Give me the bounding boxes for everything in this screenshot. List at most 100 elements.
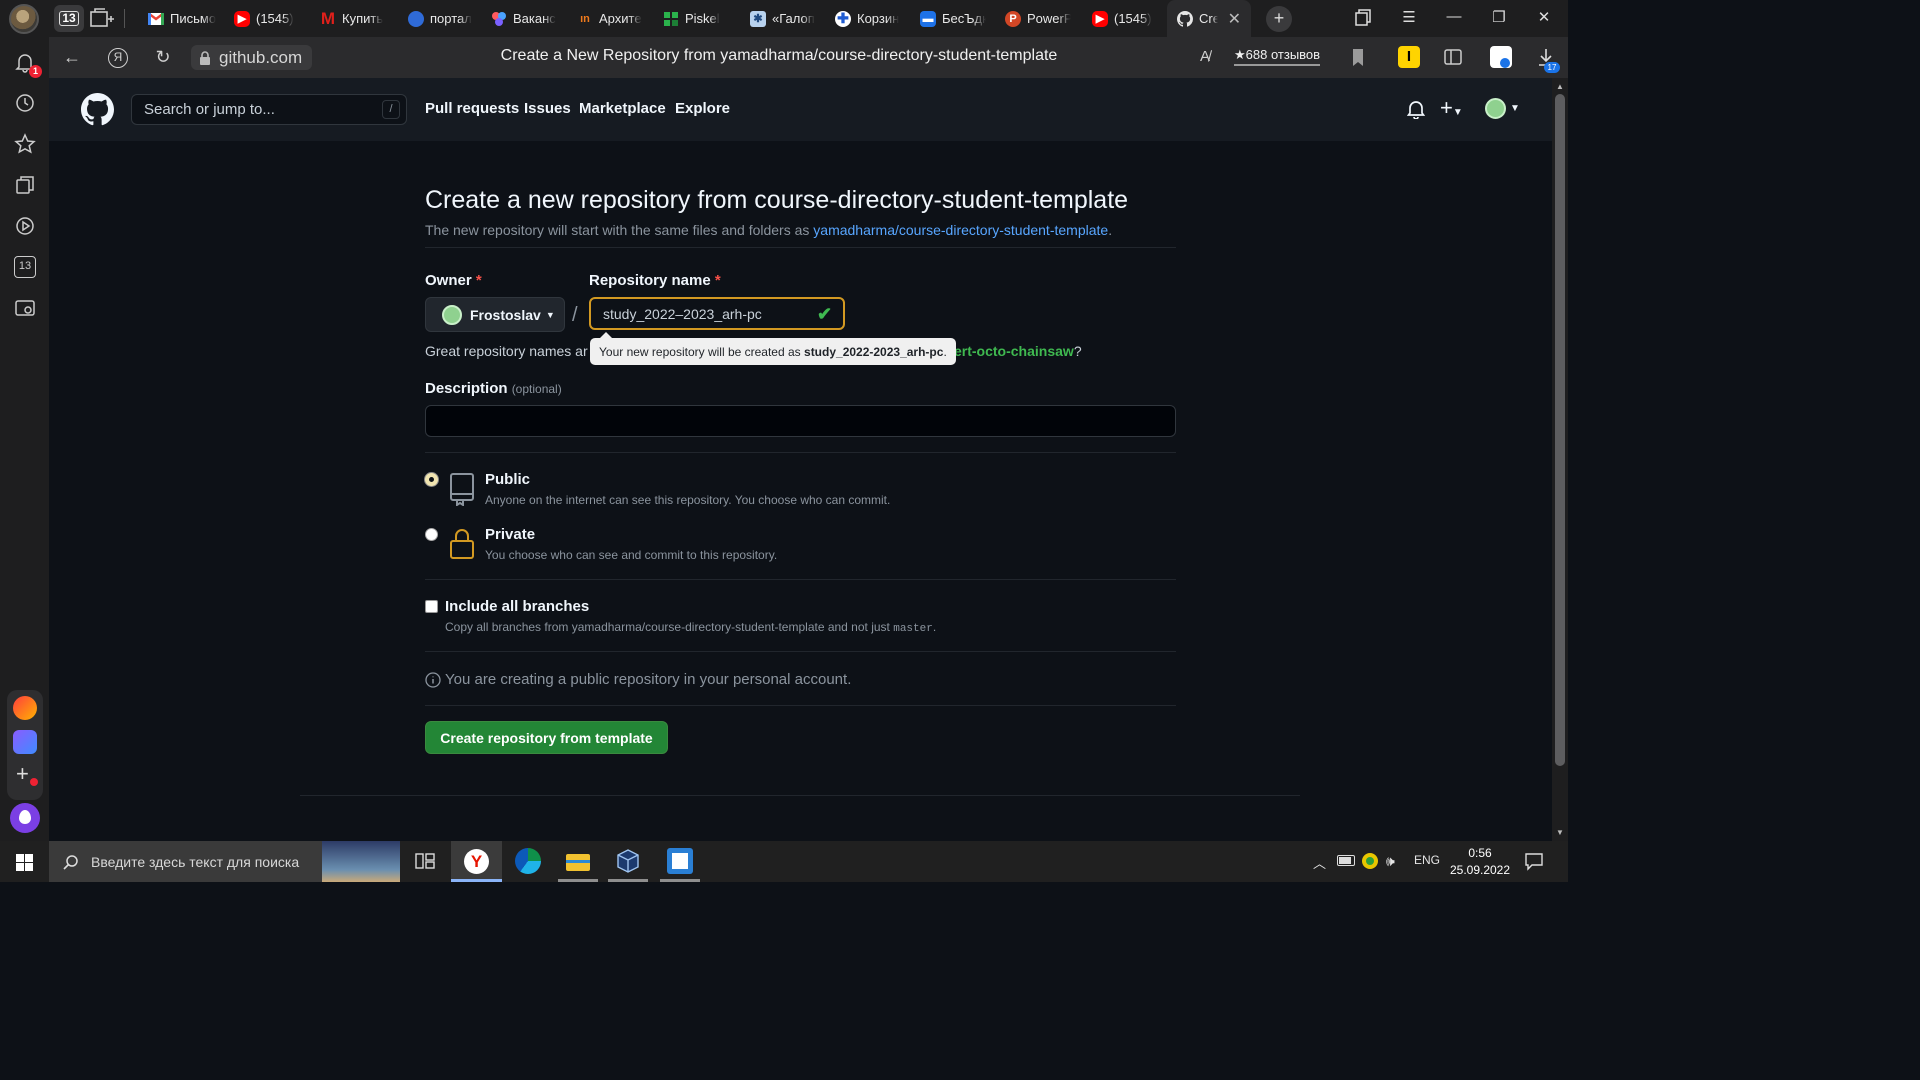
youtube-icon: ▶ bbox=[234, 10, 250, 27]
sidebar-panel-icon[interactable] bbox=[1442, 46, 1464, 68]
alice-assistant-icon[interactable] bbox=[10, 803, 40, 833]
search-placeholder: Search or jump to... bbox=[144, 101, 275, 118]
user-menu[interactable]: ▼ bbox=[1485, 98, 1520, 119]
tab-besedka[interactable]: ▬ БесЪдк bbox=[920, 5, 986, 32]
browser-tab-strip: 13 Письмо ▶ (1545) M Купить портал Вакан… bbox=[0, 0, 1568, 37]
new-tab-button[interactable]: + bbox=[1266, 6, 1292, 32]
scroll-down-icon[interactable]: ▼ bbox=[1556, 828, 1564, 837]
github-search-input[interactable]: Search or jump to... / bbox=[131, 94, 407, 125]
taskbar-search-box[interactable]: Введите здесь текст для поиска bbox=[49, 841, 400, 882]
close-window-icon[interactable]: ✕ bbox=[1533, 8, 1555, 28]
tab-youtube-1[interactable]: ▶ (1545) bbox=[234, 5, 304, 32]
address-bar: ← Я ↻ github.com Create a New Repository… bbox=[49, 37, 1568, 78]
vacancy-icon bbox=[491, 11, 507, 27]
tab-architecture[interactable]: ın Архите bbox=[577, 5, 647, 32]
volume-icon[interactable]: 🕪 bbox=[1386, 853, 1395, 870]
collections-icon[interactable] bbox=[14, 174, 36, 196]
reload-icon[interactable]: ↻ bbox=[152, 46, 174, 68]
description-input[interactable] bbox=[425, 405, 1176, 437]
add-app-icon[interactable]: + bbox=[16, 762, 29, 786]
private-radio[interactable] bbox=[425, 528, 438, 541]
template-repo-link[interactable]: yamadharma/course-directory-student-temp… bbox=[813, 222, 1108, 238]
tab-youtube-2[interactable]: ▶ (1545) bbox=[1092, 5, 1156, 32]
star-icon[interactable] bbox=[14, 133, 36, 155]
page-scrollbar[interactable]: ▲ ▼ bbox=[1552, 78, 1568, 841]
messenger-app-icon[interactable] bbox=[13, 730, 37, 754]
chat-icon: ▬ bbox=[920, 10, 936, 27]
owner-select[interactable]: Frostoslav ▼ bbox=[425, 297, 565, 332]
back-icon[interactable]: ← bbox=[61, 46, 83, 68]
nav-issues[interactable]: Issues bbox=[524, 100, 571, 117]
url-field[interactable]: github.com bbox=[191, 45, 313, 70]
public-radio[interactable] bbox=[425, 473, 438, 486]
translate-icon[interactable]: A̸ bbox=[1194, 46, 1216, 68]
menu-icon[interactable]: ☰ bbox=[1398, 8, 1420, 28]
tab-counter-button[interactable]: 13 bbox=[54, 5, 84, 32]
m-logo-icon: M bbox=[320, 8, 336, 28]
tab-buy[interactable]: M Купить bbox=[320, 5, 390, 32]
tab-github-active[interactable]: Crea ✕ bbox=[1167, 0, 1251, 37]
new-tab-group-icon[interactable] bbox=[90, 8, 114, 28]
scroll-up-icon[interactable]: ▲ bbox=[1556, 82, 1564, 91]
tabs-count-icon[interactable]: 13 bbox=[14, 256, 36, 278]
green-app-tray-icon[interactable] bbox=[1362, 853, 1378, 869]
tab-powerpoint[interactable]: P PowerP bbox=[1005, 5, 1071, 32]
battery-icon[interactable] bbox=[1337, 855, 1355, 866]
minimize-icon[interactable]: — bbox=[1443, 8, 1465, 28]
lock-icon bbox=[200, 50, 210, 65]
github-header: Search or jump to... / Pull requests Iss… bbox=[49, 78, 1552, 141]
create-repository-button[interactable]: Create repository from template bbox=[425, 721, 668, 754]
history-icon[interactable] bbox=[14, 92, 36, 114]
private-description: You choose who can see and commit to thi… bbox=[485, 548, 778, 562]
downloads-badge: 17 bbox=[1544, 62, 1560, 73]
virtualbox-icon[interactable] bbox=[615, 848, 641, 874]
nav-pull-requests[interactable]: Pull requests bbox=[425, 100, 519, 117]
chevron-down-icon: ▼ bbox=[545, 309, 555, 320]
footer-divider bbox=[300, 795, 1300, 796]
edge-browser-icon[interactable] bbox=[515, 848, 541, 874]
file-explorer-icon[interactable] bbox=[565, 848, 591, 874]
taskbar-clock[interactable]: 0:56 25.09.2022 bbox=[1444, 845, 1516, 879]
collections-icon[interactable] bbox=[1352, 8, 1374, 28]
screenshot-icon[interactable] bbox=[14, 297, 36, 319]
create-new-menu[interactable]: +▼ bbox=[1440, 95, 1463, 121]
tab-vacancies[interactable]: Ваканс bbox=[491, 5, 559, 32]
file-manager-icon[interactable] bbox=[667, 848, 693, 874]
tab-mail[interactable]: Письмо bbox=[148, 5, 216, 32]
restore-icon[interactable]: ❐ bbox=[1488, 8, 1510, 28]
github-logo-icon[interactable] bbox=[81, 93, 114, 126]
taskbar-yandex-browser[interactable]: Y bbox=[451, 841, 502, 882]
notification-badge: 1 bbox=[29, 65, 42, 78]
tab-portal[interactable]: портал bbox=[408, 5, 474, 32]
gmail-icon bbox=[148, 11, 164, 27]
nav-marketplace[interactable]: Marketplace bbox=[579, 100, 666, 117]
notifications-bell-icon[interactable] bbox=[1407, 99, 1425, 119]
owner-repo-separator: / bbox=[572, 304, 578, 326]
name-suggestion-link[interactable]: ert-octo-chainsaw? bbox=[954, 343, 1082, 359]
profile-avatar[interactable] bbox=[9, 4, 39, 34]
video-icon[interactable] bbox=[14, 215, 36, 237]
notification-center-icon[interactable] bbox=[1523, 850, 1545, 872]
nav-explore[interactable]: Explore bbox=[675, 100, 730, 117]
windows-start-icon[interactable] bbox=[16, 854, 33, 871]
tab-galop[interactable]: ✱ «Галоп bbox=[750, 5, 816, 32]
tray-chevron-up-icon[interactable]: ︿ bbox=[1313, 853, 1326, 872]
yandex-home-icon[interactable]: Я bbox=[107, 46, 129, 68]
bookmark-icon[interactable] bbox=[1347, 46, 1369, 68]
mail-app-icon[interactable] bbox=[13, 696, 37, 720]
language-indicator[interactable]: ENG bbox=[1414, 853, 1440, 867]
tab-cart[interactable]: ✚ Корзин bbox=[835, 5, 901, 32]
divider bbox=[425, 705, 1176, 706]
task-view-icon[interactable] bbox=[412, 848, 438, 874]
extension-i-icon[interactable]: I bbox=[1398, 46, 1420, 68]
extension-doc-icon[interactable] bbox=[1490, 46, 1512, 68]
reviews-badge[interactable]: ★688 отзывов bbox=[1234, 47, 1321, 66]
tab-piskel[interactable]: Piskel bbox=[663, 5, 733, 32]
repo-name-input[interactable] bbox=[589, 297, 845, 330]
include-branches-checkbox[interactable] bbox=[425, 600, 438, 613]
scroll-thumb[interactable] bbox=[1555, 94, 1565, 766]
running-indicator bbox=[608, 879, 648, 882]
repo-name-label: Repository name * bbox=[589, 272, 721, 289]
close-tab-icon[interactable]: ✕ bbox=[1228, 9, 1241, 29]
repo-name-hint: Great repository names ar bbox=[425, 343, 588, 359]
